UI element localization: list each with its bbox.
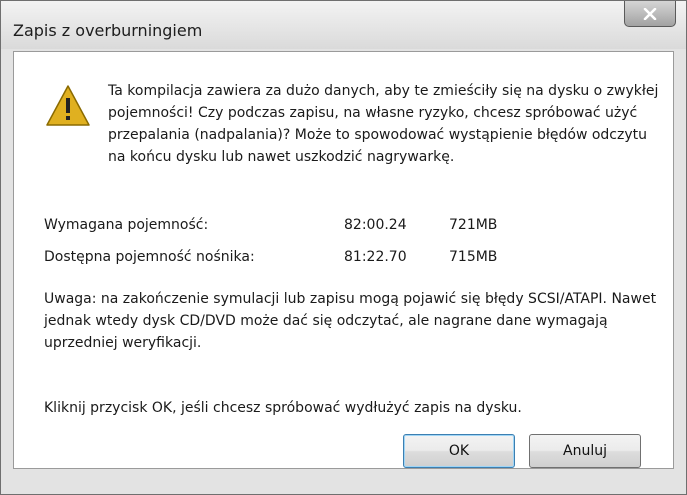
available-capacity-time: 81:22.70 — [344, 249, 407, 265]
prompt-text: Kliknij przycisk OK, jeśli chcesz spróbo… — [44, 400, 522, 416]
cancel-button[interactable]: Anuluj — [529, 434, 641, 468]
close-icon — [643, 7, 657, 20]
ok-button[interactable]: OK — [403, 434, 515, 468]
required-capacity-time: 82:00.24 — [344, 217, 407, 233]
warning-icon — [46, 85, 90, 126]
window-title: Zapis z overburningiem — [13, 21, 203, 40]
dialog-window: Zapis z overburningiem Ta kompilacja zaw… — [0, 0, 687, 495]
available-capacity-size: 715MB — [449, 249, 498, 265]
available-capacity-label: Dostępna pojemność nośnika: — [44, 249, 255, 265]
title-bar[interactable]: Zapis z overburningiem — [1, 1, 686, 49]
note-text: Uwaga: na zakończenie symulacji lub zapi… — [44, 291, 657, 351]
close-button[interactable] — [624, 1, 676, 27]
warning-message: Ta kompilacja zawiera za dużo danych, ab… — [108, 83, 659, 165]
dialog-content: Ta kompilacja zawiera za dużo danych, ab… — [13, 51, 674, 469]
required-capacity-label: Wymagana pojemność: — [44, 217, 209, 233]
required-capacity-size: 721MB — [449, 217, 498, 233]
